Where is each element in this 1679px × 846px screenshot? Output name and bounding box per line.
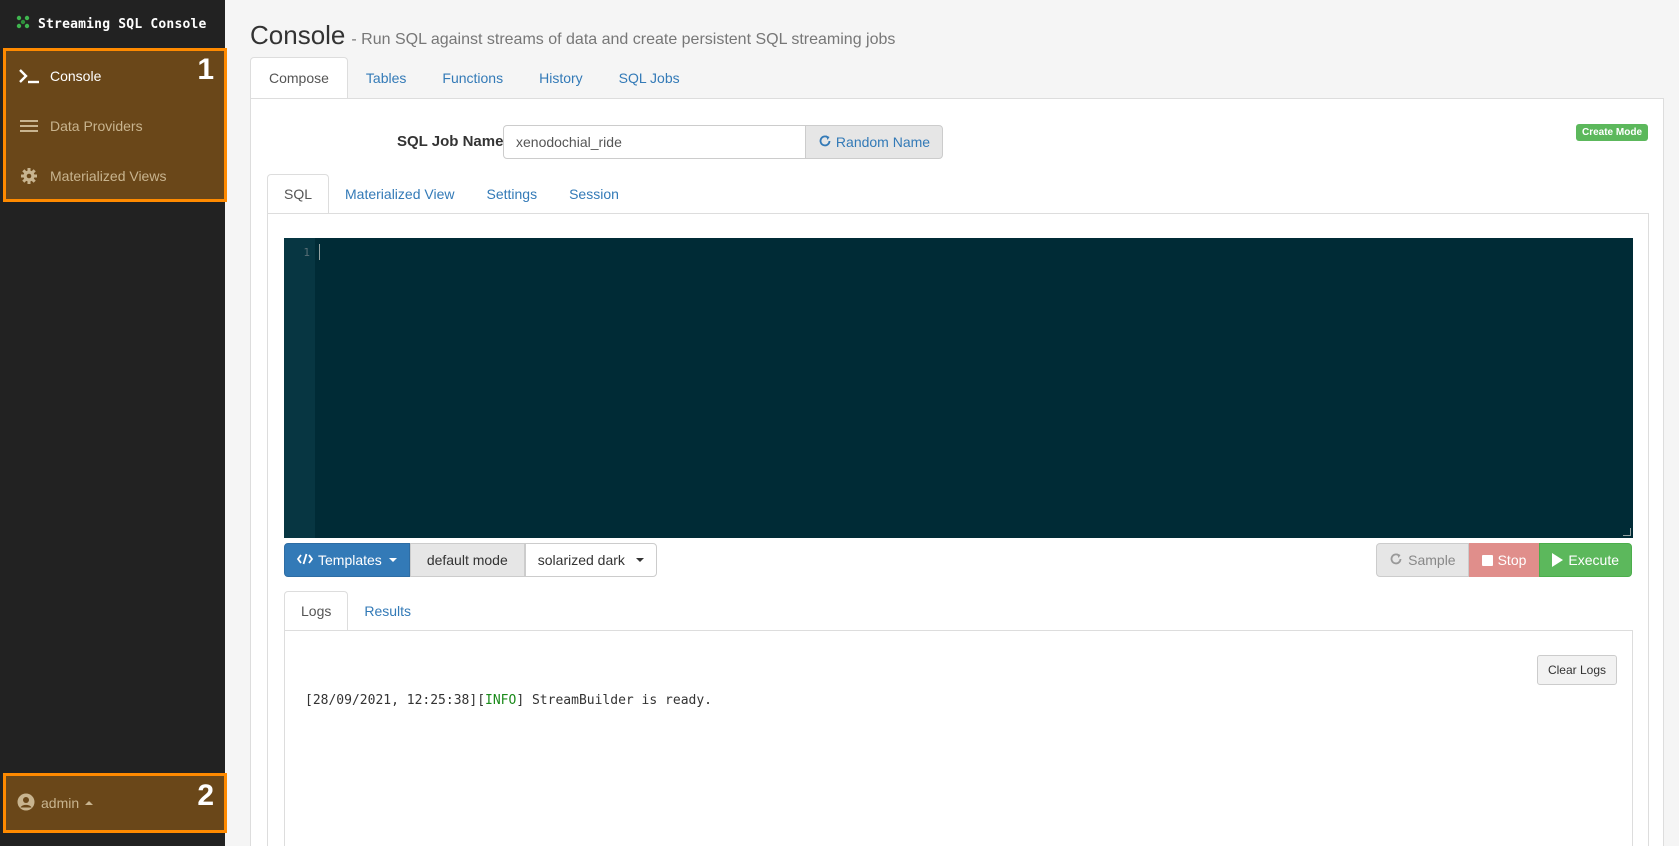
tab-functions[interactable]: Functions xyxy=(424,57,521,99)
tab-logs[interactable]: Logs xyxy=(284,591,349,631)
code-icon xyxy=(296,552,314,568)
tab-tables[interactable]: Tables xyxy=(348,57,424,99)
page-subtitle: - Run SQL against streams of data and cr… xyxy=(351,31,896,48)
tab-session[interactable]: Session xyxy=(553,174,635,214)
stop-label: Stop xyxy=(1497,552,1527,568)
mode-button[interactable]: default mode xyxy=(409,543,525,577)
random-name-label: Random Name xyxy=(835,134,931,150)
theme-label: solarized dark xyxy=(537,552,625,568)
annotation-number: 2 xyxy=(197,779,214,812)
resize-handle[interactable] xyxy=(1623,528,1631,536)
page-header: Console - Run SQL against streams of dat… xyxy=(250,20,895,51)
editor-toolbar: Templates default mode solarized dark xyxy=(284,543,657,577)
log-entry: [28/09/2021, 12:25:38][INFO] StreamBuild… xyxy=(305,693,712,708)
execute-label: Execute xyxy=(1568,552,1619,568)
top-tabs: Compose Tables Functions History SQL Job… xyxy=(250,57,698,99)
theme-select[interactable]: solarized dark xyxy=(524,543,657,577)
sample-button[interactable]: Sample xyxy=(1376,543,1469,577)
chevron-down-icon xyxy=(388,558,397,562)
clear-logs-button[interactable]: Clear Logs xyxy=(1536,655,1617,685)
sidebar: Streaming SQL Console Console Data Provi… xyxy=(0,0,227,846)
sidebar-item-data-providers[interactable]: Data Providers xyxy=(6,101,224,151)
compose-panel: SQL Job Name Random Name Create Mode SQL… xyxy=(250,98,1664,846)
run-toolbar: Sample Stop Execute xyxy=(1376,543,1632,577)
sql-editor[interactable]: 1 xyxy=(284,238,1633,538)
list-icon xyxy=(18,119,40,133)
job-name-label: SQL Job Name xyxy=(397,133,504,150)
tab-sql[interactable]: SQL xyxy=(267,174,330,214)
sidebar-nav: Console Data Providers Materialized View… xyxy=(3,48,227,202)
refresh-icon xyxy=(1389,552,1403,569)
user-menu[interactable]: admin 2 xyxy=(3,773,227,833)
log-tabs: Logs Results xyxy=(284,591,427,631)
gear-icon xyxy=(18,167,40,185)
sidebar-item-label: Console xyxy=(50,68,102,84)
main-content: Console - Run SQL against streams of dat… xyxy=(225,0,1679,846)
tab-materialized-view[interactable]: Materialized View xyxy=(329,174,470,214)
sample-label: Sample xyxy=(1408,552,1456,568)
execute-button[interactable]: Execute xyxy=(1539,543,1632,577)
brand-title: Streaming SQL Console xyxy=(38,16,207,32)
terminal-icon xyxy=(18,68,40,84)
stop-icon xyxy=(1481,554,1493,566)
caret-up-icon xyxy=(85,801,94,805)
tab-history[interactable]: History xyxy=(521,57,601,99)
tab-results[interactable]: Results xyxy=(348,591,427,631)
text-cursor xyxy=(319,244,320,260)
sidebar-item-materialized-views[interactable]: Materialized Views xyxy=(6,151,224,201)
chevron-down-icon xyxy=(635,558,644,562)
log-panel: Clear Logs [28/09/2021, 12:25:38][INFO] … xyxy=(284,630,1633,846)
job-name-input[interactable] xyxy=(503,125,806,159)
templates-label: Templates xyxy=(318,552,382,568)
sql-panel: 1 Templates default mode solarized dark xyxy=(267,213,1649,846)
log-level: INFO xyxy=(485,693,517,708)
editor-gutter: 1 xyxy=(284,238,315,538)
log-timestamp: [28/09/2021, 12:25:38] xyxy=(305,693,478,708)
sql-tabs: SQL Materialized View Settings Session xyxy=(267,174,635,214)
sidebar-item-label: Materialized Views xyxy=(50,168,167,184)
line-number: 1 xyxy=(303,246,310,259)
templates-button[interactable]: Templates xyxy=(284,543,410,577)
logo-icon xyxy=(16,15,30,34)
mode-badge: Create Mode xyxy=(1575,124,1648,141)
stop-button[interactable]: Stop xyxy=(1468,543,1540,577)
user-name: admin xyxy=(41,795,80,811)
annotation-number: 1 xyxy=(197,53,214,86)
page-title: Console xyxy=(250,20,346,50)
play-icon xyxy=(1552,553,1564,567)
sidebar-item-label: Data Providers xyxy=(50,118,143,134)
brand[interactable]: Streaming SQL Console xyxy=(0,0,225,48)
user-circle-icon xyxy=(17,793,35,814)
refresh-icon xyxy=(818,134,832,151)
sidebar-item-console[interactable]: Console xyxy=(6,51,224,101)
tab-compose[interactable]: Compose xyxy=(250,57,348,99)
log-message: StreamBuilder is ready. xyxy=(531,693,712,708)
random-name-button[interactable]: Random Name xyxy=(805,125,943,159)
tab-settings[interactable]: Settings xyxy=(470,174,553,214)
tab-sql-jobs[interactable]: SQL Jobs xyxy=(601,57,698,99)
